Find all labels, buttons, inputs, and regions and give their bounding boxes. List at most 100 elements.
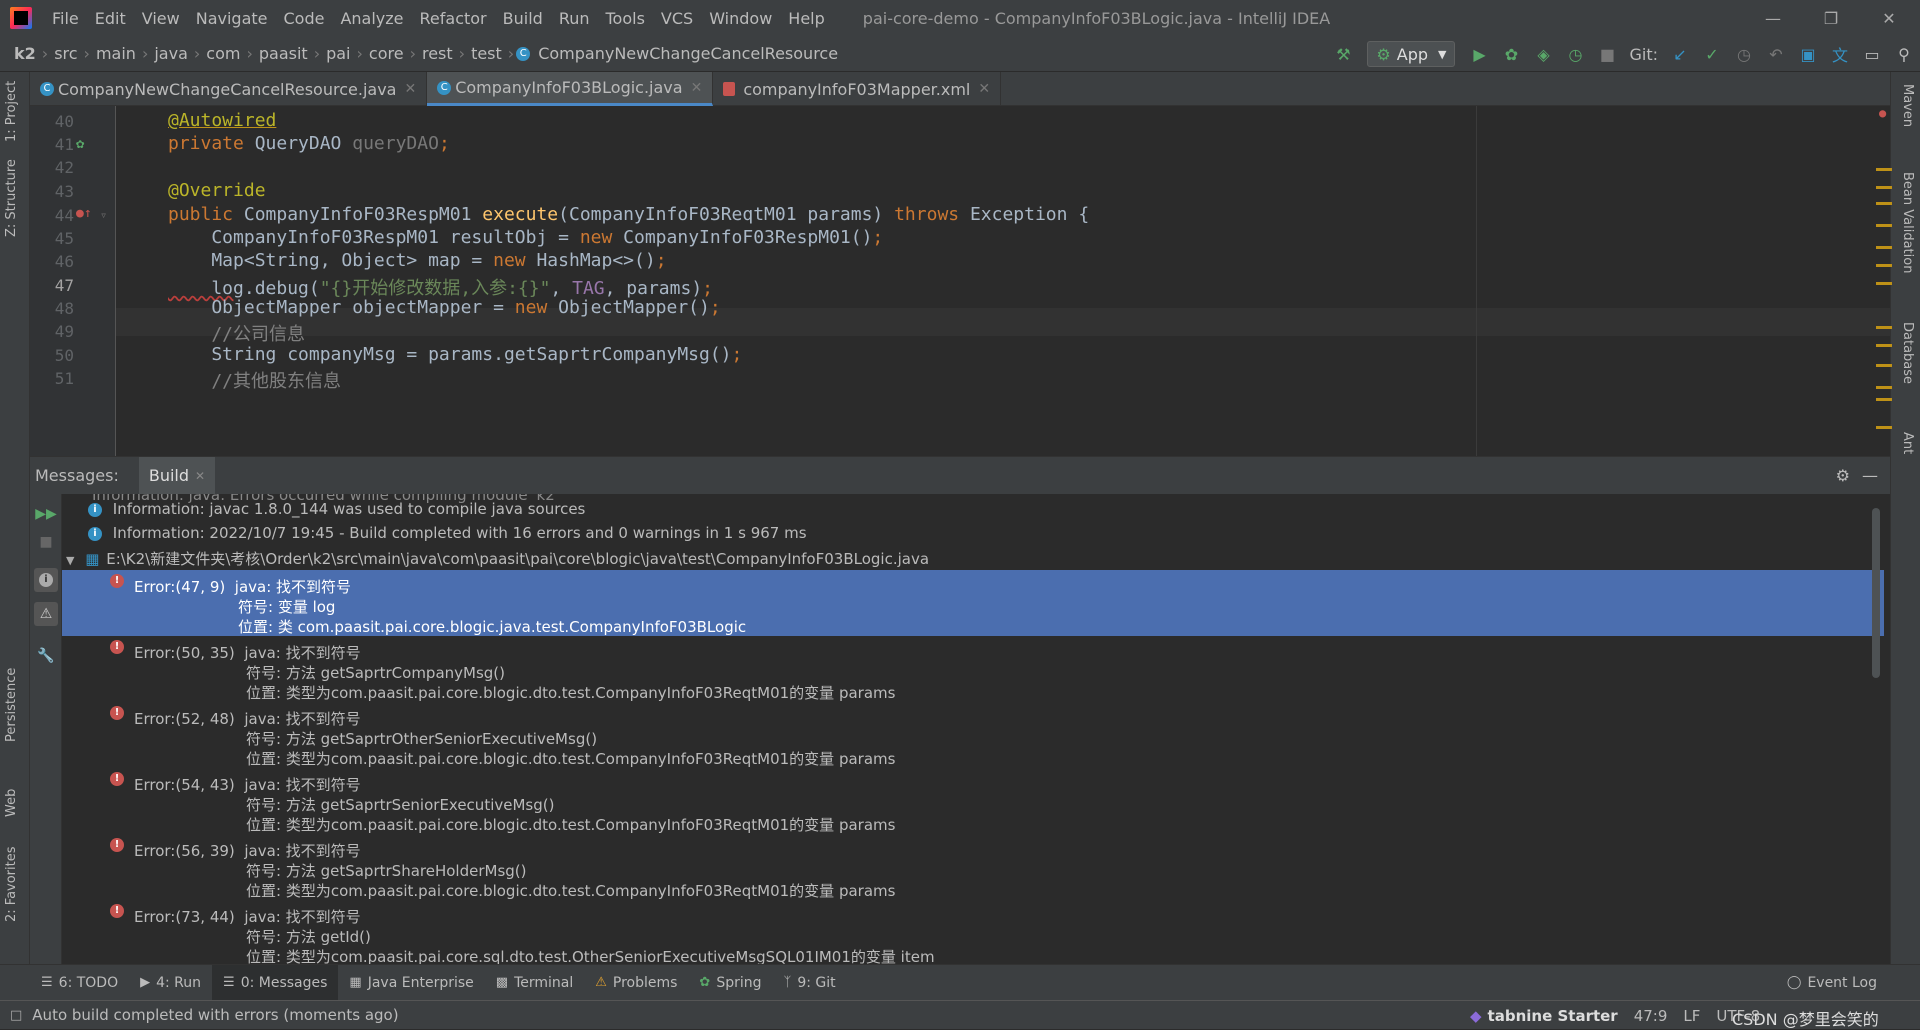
- code-editor[interactable]: 40 41 ✿ 42 43 44 ●↑ ▿ 45 46 47 48 49 50 …: [30, 106, 1892, 456]
- caret-position[interactable]: 47:9: [1634, 1007, 1668, 1025]
- messages-scrollbar[interactable]: [1872, 508, 1880, 678]
- warning-stripe[interactable]: [1876, 168, 1892, 171]
- status-message[interactable]: Auto build completed with errors (moment…: [32, 1006, 398, 1024]
- error-item[interactable]: ! Error:(56, 39) java: 找不到符号 符号: 方法 getS…: [62, 834, 1884, 900]
- menu-vcs[interactable]: VCS: [653, 9, 701, 28]
- close-icon[interactable]: ✕: [691, 80, 703, 96]
- tab-todo[interactable]: ☰ 6: TODO: [30, 965, 129, 1001]
- tool-window-favorites[interactable]: 2: Favorites: [4, 846, 19, 922]
- message-row-info[interactable]: i Information: javac 1.8.0_144 was used …: [88, 500, 1884, 518]
- project-structure-icon[interactable]: ▣: [1792, 36, 1824, 72]
- gear-icon[interactable]: ⚙: [1836, 466, 1850, 485]
- git-commit-icon[interactable]: ✓: [1696, 36, 1728, 72]
- run-configuration-select[interactable]: ⚙ App ▼: [1367, 41, 1456, 67]
- wrench-icon[interactable]: 🔧: [34, 644, 58, 668]
- tool-window-database[interactable]: Database: [1900, 322, 1915, 384]
- menu-tools[interactable]: Tools: [598, 9, 653, 28]
- tool-window-structure[interactable]: Z: Structure: [4, 159, 19, 237]
- tab-messages[interactable]: ☰ 0: Messages: [212, 964, 339, 1001]
- tab-company-new-change-cancel-resource[interactable]: C CompanyNewChangeCancelResource.java ✕: [30, 72, 428, 106]
- minimize-icon[interactable]: —: [1744, 0, 1802, 36]
- profile-icon[interactable]: ◷: [1559, 36, 1591, 72]
- rerun-icon[interactable]: ▶▶: [34, 502, 58, 526]
- fold-icon[interactable]: ▿: [100, 208, 107, 222]
- close-icon[interactable]: ✕: [404, 81, 416, 97]
- close-icon[interactable]: ✕: [978, 81, 990, 97]
- search-icon[interactable]: ⚲: [1888, 36, 1920, 72]
- menu-build[interactable]: Build: [495, 9, 551, 28]
- show-info-icon[interactable]: i: [34, 568, 58, 592]
- warning-stripe[interactable]: [1876, 344, 1892, 347]
- tab-git[interactable]: ᛉ 9: Git: [773, 965, 847, 1001]
- git-history-icon[interactable]: ◷: [1728, 36, 1760, 72]
- error-item[interactable]: ! Error:(54, 43) java: 找不到符号 符号: 方法 getS…: [62, 768, 1884, 834]
- breadcrumb-paasit[interactable]: paasit: [255, 44, 312, 63]
- menu-navigate[interactable]: Navigate: [188, 9, 276, 28]
- warning-stripe[interactable]: [1876, 426, 1892, 429]
- breadcrumb-project[interactable]: k2: [0, 44, 40, 63]
- expand-triangle-icon[interactable]: ▼: [66, 554, 74, 567]
- error-indicator-icon[interactable]: ●: [1879, 106, 1886, 120]
- message-file-node[interactable]: ▼ ▦ E:\K2\新建文件夹\考核\Order\k2\src\main\jav…: [66, 548, 1884, 569]
- tab-company-info-f03-mapper[interactable]: companyInfoF03Mapper.xml ✕: [713, 72, 1002, 106]
- tool-window-web[interactable]: Web: [4, 789, 19, 817]
- coverage-icon[interactable]: ◈: [1527, 36, 1559, 72]
- tab-spring[interactable]: ✿ Spring: [688, 965, 772, 1001]
- tool-window-persistence[interactable]: Persistence: [4, 668, 19, 742]
- tool-window-project[interactable]: 1: Project: [4, 81, 19, 142]
- warning-stripe[interactable]: [1876, 282, 1892, 285]
- presentation-icon[interactable]: ▭: [1856, 36, 1888, 72]
- breadcrumb-core[interactable]: core: [365, 44, 408, 63]
- line-separator[interactable]: LF: [1683, 1007, 1700, 1025]
- tool-window-maven[interactable]: Maven: [1900, 84, 1915, 127]
- breadcrumb-src[interactable]: src: [50, 44, 81, 63]
- error-item[interactable]: ! Error:(47, 9) java: 找不到符号 符号: 变量 log 位…: [62, 570, 1884, 636]
- menu-view[interactable]: View: [134, 9, 188, 28]
- tabnine-status[interactable]: tabnine Starter: [1488, 1007, 1618, 1025]
- warning-stripe[interactable]: [1876, 398, 1892, 401]
- menu-window[interactable]: Window: [701, 9, 780, 28]
- tool-window-bean-validation[interactable]: Bean Validation: [1900, 172, 1915, 273]
- run-icon[interactable]: ▶: [1463, 36, 1495, 72]
- warning-stripe[interactable]: [1876, 202, 1892, 205]
- breadcrumb-main[interactable]: main: [92, 44, 140, 63]
- hide-panel-icon[interactable]: —: [1862, 466, 1878, 485]
- tool-window-ant[interactable]: Ant: [1900, 432, 1915, 454]
- build-hammer-icon[interactable]: ⚒: [1327, 36, 1359, 72]
- menu-run[interactable]: Run: [551, 9, 598, 28]
- breadcrumb-pai[interactable]: pai: [322, 44, 354, 63]
- menu-code[interactable]: Code: [276, 9, 333, 28]
- status-toggle-icon[interactable]: □: [10, 1008, 22, 1023]
- debug-icon[interactable]: ✿: [1495, 36, 1527, 72]
- show-warnings-icon[interactable]: ⚠: [34, 602, 58, 626]
- close-window-icon[interactable]: ✕: [1860, 0, 1918, 36]
- breadcrumb-java[interactable]: java: [150, 44, 192, 63]
- warning-stripe[interactable]: [1876, 264, 1892, 267]
- override-gutter-icon[interactable]: ●↑: [76, 206, 92, 221]
- breadcrumb-rest[interactable]: rest: [418, 44, 457, 63]
- git-rollback-icon[interactable]: ↶: [1760, 36, 1792, 72]
- warning-stripe[interactable]: [1876, 224, 1892, 227]
- warning-stripe[interactable]: [1876, 186, 1892, 189]
- menu-refactor[interactable]: Refactor: [412, 9, 495, 28]
- breadcrumb-test[interactable]: test: [467, 44, 506, 63]
- tab-event-log[interactable]: ◯ Event Log: [1776, 965, 1888, 1001]
- warning-stripe[interactable]: [1876, 386, 1892, 389]
- tab-build[interactable]: Build ✕: [138, 456, 216, 495]
- menu-help[interactable]: Help: [780, 9, 832, 28]
- breadcrumb-com[interactable]: com: [202, 44, 244, 63]
- error-item[interactable]: ! Error:(50, 35) java: 找不到符号 符号: 方法 getS…: [62, 636, 1884, 702]
- stop-icon[interactable]: ■: [34, 530, 58, 554]
- git-update-icon[interactable]: ↙: [1664, 36, 1696, 72]
- message-row-info[interactable]: i Information: 2022/10/7 19:45 - Build c…: [88, 524, 1884, 542]
- error-item[interactable]: ! Error:(73, 44) java: 找不到符号 符号: 方法 getI…: [62, 900, 1884, 964]
- menu-edit[interactable]: Edit: [87, 9, 134, 28]
- menu-analyze[interactable]: Analyze: [332, 9, 411, 28]
- breadcrumb-class[interactable]: CompanyNewChangeCancelResource: [534, 44, 842, 63]
- tab-run[interactable]: ▶ 4: Run: [129, 965, 212, 1001]
- tab-problems[interactable]: ⚠ Problems: [584, 965, 688, 1001]
- messages-list[interactable]: Information: java: Errors occurred while…: [62, 494, 1884, 964]
- warning-stripe[interactable]: [1876, 326, 1892, 329]
- menu-file[interactable]: File: [44, 9, 87, 28]
- warning-stripe[interactable]: [1876, 246, 1892, 249]
